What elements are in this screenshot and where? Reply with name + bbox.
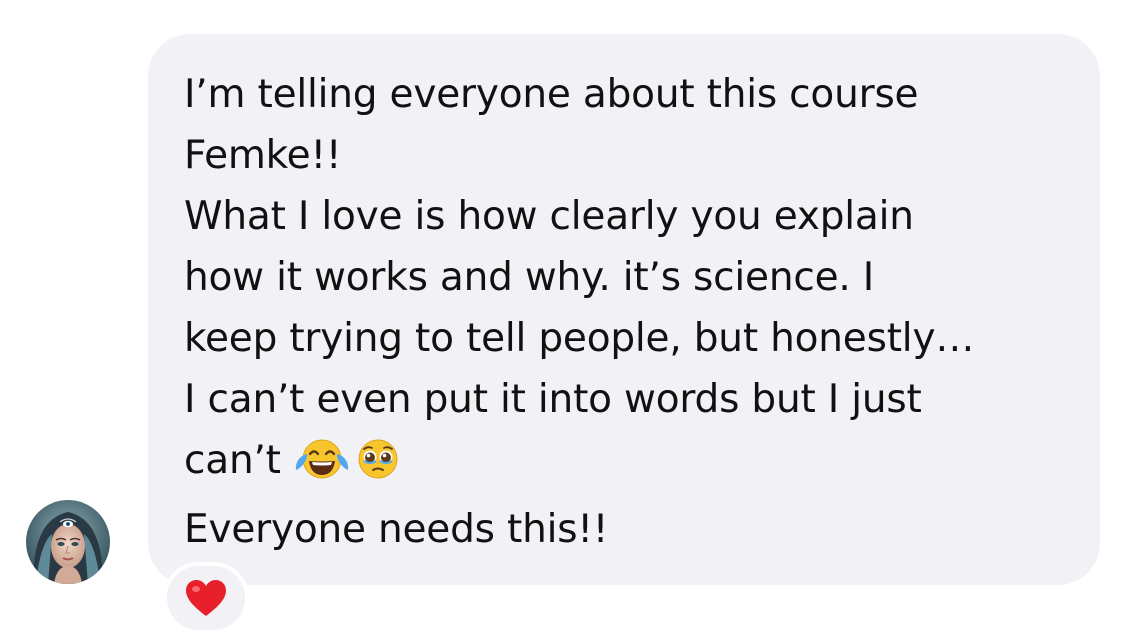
message-line: Everyone needs this!! — [184, 507, 609, 552]
message-line: I can’t even put it into words but I jus… — [184, 377, 922, 422]
face-with-tears-of-joy-icon — [293, 435, 351, 499]
red-heart-icon — [186, 580, 226, 616]
message-line: I’m telling everyone about this course — [184, 72, 919, 117]
avatar-portrait-icon — [26, 500, 110, 584]
message-line: Femke!! — [184, 133, 342, 178]
message-line: how it works and why. it’s science. I — [184, 255, 875, 300]
avatar[interactable] — [26, 500, 110, 584]
message-line: can’t — [184, 438, 281, 483]
chat-thread: I’m telling everyone about this course F… — [0, 0, 1126, 641]
reaction-badge[interactable] — [163, 562, 249, 634]
message-line: What I love is how clearly you explain — [184, 194, 914, 239]
pleading-face-icon — [355, 435, 401, 499]
message-line: keep trying to tell people, but honestly… — [184, 316, 975, 361]
message-line-with-emojis: can’t — [184, 430, 1064, 499]
message-bubble[interactable]: I’m telling everyone about this course F… — [148, 34, 1100, 585]
